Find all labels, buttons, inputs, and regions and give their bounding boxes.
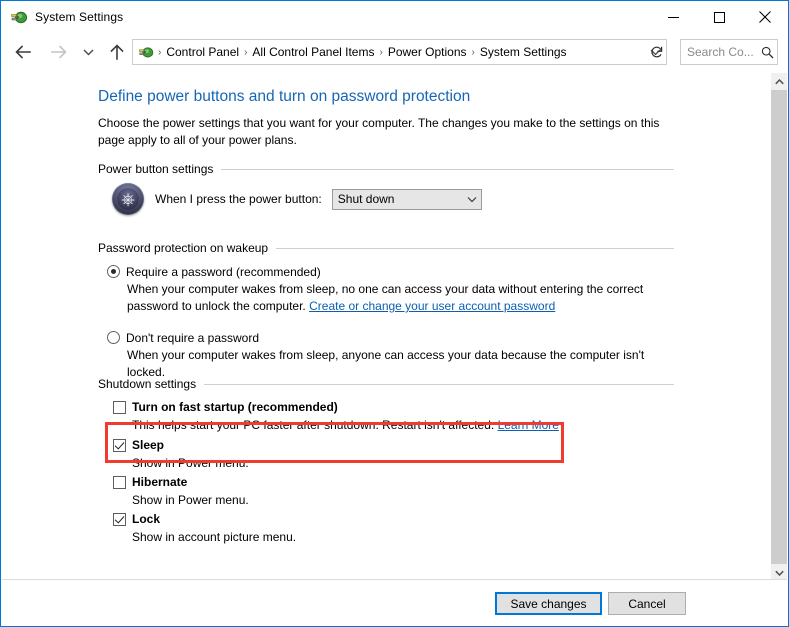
- checkbox-sleep[interactable]: Sleep: [113, 438, 164, 453]
- checkbox-lock[interactable]: Lock: [113, 512, 160, 527]
- group-header: Password protection on wakeup: [98, 240, 674, 256]
- page-description: Choose the power settings that you want …: [98, 116, 660, 147]
- group-divider: [204, 383, 674, 385]
- search-icon: [757, 46, 777, 59]
- power-button-action-value: Shut down: [337, 192, 395, 206]
- settings-content-pane: Define power buttons and turn on passwor…: [1, 73, 772, 581]
- back-arrow-icon[interactable]: [11, 40, 35, 64]
- group-header: Power button settings: [98, 161, 674, 177]
- power-button-action-dropdown[interactable]: Shut down: [331, 188, 482, 210]
- power-button-icon: ⎈: [112, 183, 144, 215]
- radio-require-password[interactable]: Require a password (recommended): [107, 264, 321, 280]
- password-protection-group: Password protection on wakeup Require a …: [98, 240, 674, 379]
- save-changes-button[interactable]: Save changes: [495, 592, 602, 615]
- power-options-icon: [10, 8, 28, 26]
- power-symbol-icon: ⎈: [121, 189, 135, 209]
- checkbox-hibernate-description: Show in Power menu.: [132, 493, 249, 507]
- breadcrumb-all-control-panel-items[interactable]: All Control Panel Items: [249, 45, 377, 59]
- page-title: Define power buttons and turn on passwor…: [98, 88, 471, 105]
- scrollbar-thumb[interactable]: [771, 90, 787, 564]
- create-change-password-link[interactable]: Create or change your user account passw…: [309, 299, 555, 313]
- chevron-down-icon: [463, 196, 481, 203]
- minimize-button[interactable]: [650, 1, 696, 33]
- shutdown-settings-group: Shutdown settings Turn on fast startup (…: [98, 376, 674, 544]
- radio-dont-require-password[interactable]: Don't require a password: [107, 330, 259, 346]
- group-title: Shutdown settings: [98, 377, 197, 391]
- breadcrumb-system-settings[interactable]: System Settings: [477, 45, 570, 59]
- forward-arrow-icon: [47, 40, 71, 64]
- window-title: System Settings: [35, 10, 124, 24]
- checkbox-icon[interactable]: [113, 513, 126, 526]
- recent-pages-chevron-icon[interactable]: [79, 40, 97, 64]
- group-title: Power button settings: [98, 162, 214, 176]
- checkbox-label: Hibernate: [132, 475, 188, 489]
- dialog-footer: Save changes Cancel: [2, 579, 787, 625]
- checkbox-label: Sleep: [132, 438, 165, 452]
- breadcrumb-separator: ›: [471, 46, 475, 58]
- checkbox-icon[interactable]: [113, 439, 126, 452]
- window-caption-buttons: [650, 1, 788, 33]
- scroll-up-arrow-icon[interactable]: [771, 73, 787, 90]
- power-button-settings-group: Power button settings ⎈ When I press the…: [98, 161, 674, 215]
- system-settings-window: System Settings › Control Panel › All Co…: [0, 0, 789, 627]
- checkbox-icon[interactable]: [113, 476, 126, 489]
- power-button-row: ⎈ When I press the power button: Shut do…: [98, 183, 482, 215]
- close-button[interactable]: [742, 1, 788, 33]
- up-arrow-icon[interactable]: [105, 40, 129, 64]
- cancel-button[interactable]: Cancel: [608, 592, 686, 615]
- radio-button-icon[interactable]: [107, 331, 120, 344]
- breadcrumb-separator: ›: [244, 46, 248, 58]
- search-box[interactable]: Search Co...: [680, 39, 778, 65]
- checkbox-label: Lock: [132, 512, 161, 526]
- power-button-label: When I press the power button:: [155, 192, 322, 206]
- checkbox-fast-startup-description: This helps start your PC faster after sh…: [132, 417, 559, 433]
- checkbox-hibernate[interactable]: Hibernate: [113, 475, 187, 490]
- checkbox-sleep-description: Show in Power menu.: [132, 456, 249, 470]
- breadcrumb-separator: ›: [158, 46, 162, 58]
- refresh-button[interactable]: [646, 39, 668, 65]
- breadcrumb-power-options[interactable]: Power Options: [385, 45, 470, 59]
- search-input[interactable]: Search Co...: [687, 45, 757, 59]
- breadcrumb-control-panel[interactable]: Control Panel: [163, 45, 242, 59]
- checkbox-fast-startup[interactable]: Turn on fast startup (recommended): [113, 400, 338, 415]
- power-options-icon: [138, 44, 154, 60]
- group-divider: [276, 247, 674, 249]
- checkbox-lock-description: Show in account picture menu.: [132, 530, 297, 544]
- description-text: This helps start your PC faster after sh…: [132, 418, 498, 432]
- radio-label: Don't require a password: [126, 331, 260, 345]
- vertical-scrollbar[interactable]: [770, 73, 787, 581]
- title-bar: System Settings: [1, 1, 788, 33]
- radio-button-icon[interactable]: [107, 265, 120, 278]
- learn-more-link[interactable]: Learn More: [498, 418, 559, 432]
- radio-label: Require a password (recommended): [126, 265, 321, 279]
- group-divider: [221, 168, 674, 170]
- checkbox-icon[interactable]: [113, 401, 126, 414]
- group-title: Password protection on wakeup: [98, 241, 269, 255]
- radio-require-password-description: When your computer wakes from sleep, no …: [127, 281, 675, 315]
- checkbox-label: Turn on fast startup (recommended): [132, 400, 338, 414]
- address-bar[interactable]: › Control Panel › All Control Panel Item…: [132, 39, 667, 65]
- group-header: Shutdown settings: [98, 376, 674, 392]
- breadcrumb-separator: ›: [379, 46, 383, 58]
- maximize-button[interactable]: [696, 1, 742, 33]
